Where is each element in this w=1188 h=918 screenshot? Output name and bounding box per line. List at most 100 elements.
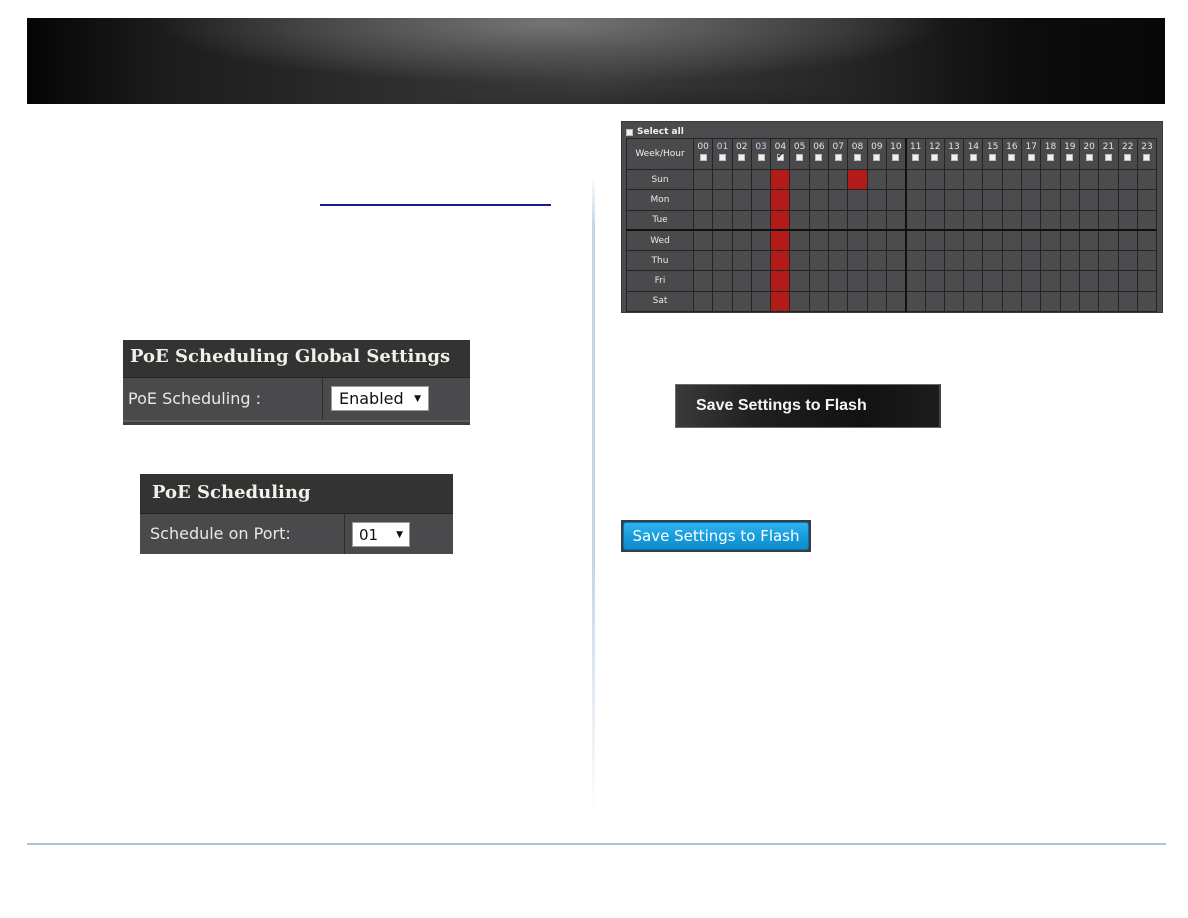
- schedule-cell-thu-20[interactable]: [1078, 250, 1100, 272]
- schedule-cell-wed-02[interactable]: [731, 229, 752, 252]
- hour-checkbox-10[interactable]: [892, 154, 900, 161]
- hour-checkbox-23[interactable]: [1143, 154, 1151, 161]
- schedule-cell-mon-22[interactable]: [1117, 189, 1138, 211]
- schedule-cell-thu-22[interactable]: [1117, 250, 1138, 272]
- schedule-cell-wed-13[interactable]: [943, 229, 965, 252]
- schedule-cell-sat-16[interactable]: [1001, 290, 1023, 313]
- schedule-cell-sat-11[interactable]: [904, 290, 926, 313]
- schedule-cell-wed-04[interactable]: [770, 229, 791, 252]
- schedule-cell-wed-11[interactable]: [904, 229, 926, 252]
- schedule-cell-fri-18[interactable]: [1040, 270, 1061, 292]
- schedule-cell-thu-14[interactable]: [963, 250, 984, 272]
- schedule-cell-mon-16[interactable]: [1001, 189, 1023, 211]
- schedule-cell-thu-18[interactable]: [1040, 250, 1061, 272]
- hour-checkbox-22[interactable]: [1124, 154, 1132, 161]
- schedule-cell-mon-08[interactable]: [847, 189, 868, 211]
- schedule-cell-fri-20[interactable]: [1078, 270, 1100, 292]
- schedule-cell-fri-11[interactable]: [904, 270, 926, 292]
- schedule-cell-wed-12[interactable]: [924, 229, 945, 252]
- hour-checkbox-05[interactable]: [796, 154, 804, 161]
- schedule-cell-fri-07[interactable]: [828, 270, 849, 292]
- hour-checkbox-20[interactable]: [1085, 154, 1093, 161]
- schedule-cell-tue-08[interactable]: [847, 209, 868, 231]
- schedule-cell-fri-10[interactable]: [885, 270, 907, 292]
- schedule-cell-thu-02[interactable]: [731, 250, 752, 272]
- schedule-cell-thu-08[interactable]: [847, 250, 868, 272]
- schedule-cell-sat-02[interactable]: [731, 290, 752, 313]
- hour-checkbox-01[interactable]: [718, 154, 726, 161]
- schedule-cell-wed-06[interactable]: [808, 229, 830, 252]
- schedule-cell-thu-04[interactable]: [770, 250, 791, 272]
- poe-scheduling-select[interactable]: Enabled ▼: [331, 386, 429, 411]
- schedule-cell-fri-05[interactable]: [789, 270, 810, 292]
- schedule-cell-wed-08[interactable]: [847, 229, 868, 252]
- schedule-cell-mon-11[interactable]: [904, 189, 926, 211]
- schedule-cell-mon-02[interactable]: [731, 189, 752, 211]
- hour-checkbox-08[interactable]: [854, 154, 862, 161]
- schedule-cell-thu-00[interactable]: [692, 250, 714, 272]
- schedule-cell-sat-05[interactable]: [789, 290, 810, 313]
- schedule-cell-sat-13[interactable]: [943, 290, 965, 313]
- hour-checkbox-13[interactable]: [950, 154, 958, 161]
- schedule-cell-wed-15[interactable]: [982, 229, 1003, 252]
- schedule-cell-mon-17[interactable]: [1021, 189, 1042, 211]
- schedule-cell-sat-20[interactable]: [1078, 290, 1100, 313]
- schedule-cell-thu-12[interactable]: [924, 250, 945, 272]
- schedule-cell-sat-15[interactable]: [982, 290, 1003, 313]
- schedule-cell-mon-21[interactable]: [1098, 189, 1119, 211]
- schedule-cell-tue-10[interactable]: [885, 209, 907, 231]
- schedule-cell-mon-09[interactable]: [866, 189, 887, 211]
- schedule-cell-tue-19[interactable]: [1059, 209, 1080, 231]
- port-select[interactable]: 01 ▼: [352, 522, 410, 547]
- schedule-cell-mon-00[interactable]: [692, 189, 714, 211]
- schedule-cell-tue-03[interactable]: [750, 209, 772, 231]
- schedule-cell-wed-19[interactable]: [1059, 229, 1080, 252]
- schedule-cell-sun-00[interactable]: [692, 168, 714, 191]
- schedule-cell-sun-12[interactable]: [924, 168, 945, 191]
- schedule-cell-fri-15[interactable]: [982, 270, 1003, 292]
- schedule-cell-thu-07[interactable]: [828, 250, 849, 272]
- hour-checkbox-04[interactable]: [776, 151, 784, 161]
- schedule-cell-sun-05[interactable]: [789, 168, 810, 191]
- schedule-cell-thu-09[interactable]: [866, 250, 887, 272]
- hyperlink-underline[interactable]: [320, 204, 551, 206]
- schedule-cell-fri-22[interactable]: [1117, 270, 1138, 292]
- hour-checkbox-19[interactable]: [1066, 154, 1074, 161]
- schedule-cell-mon-12[interactable]: [924, 189, 945, 211]
- schedule-cell-fri-00[interactable]: [692, 270, 714, 292]
- schedule-cell-fri-12[interactable]: [924, 270, 945, 292]
- schedule-cell-wed-09[interactable]: [866, 229, 887, 252]
- schedule-cell-sun-03[interactable]: [750, 168, 772, 191]
- schedule-cell-mon-13[interactable]: [943, 189, 965, 211]
- schedule-cell-fri-02[interactable]: [731, 270, 752, 292]
- schedule-cell-sun-18[interactable]: [1040, 168, 1061, 191]
- schedule-cell-mon-15[interactable]: [982, 189, 1003, 211]
- hour-checkbox-12[interactable]: [931, 154, 939, 161]
- schedule-cell-sat-06[interactable]: [808, 290, 830, 313]
- schedule-cell-wed-16[interactable]: [1001, 229, 1023, 252]
- schedule-cell-wed-10[interactable]: [885, 229, 907, 252]
- schedule-cell-tue-20[interactable]: [1078, 209, 1100, 231]
- schedule-cell-sun-07[interactable]: [828, 168, 849, 191]
- schedule-cell-sat-17[interactable]: [1021, 290, 1042, 313]
- schedule-cell-tue-11[interactable]: [904, 209, 926, 231]
- schedule-cell-thu-05[interactable]: [789, 250, 810, 272]
- schedule-cell-sat-22[interactable]: [1117, 290, 1138, 313]
- schedule-cell-wed-03[interactable]: [750, 229, 772, 252]
- schedule-cell-tue-00[interactable]: [692, 209, 714, 231]
- schedule-cell-sun-11[interactable]: [904, 168, 926, 191]
- schedule-cell-fri-06[interactable]: [808, 270, 830, 292]
- schedule-cell-tue-01[interactable]: [712, 209, 733, 231]
- schedule-cell-wed-01[interactable]: [712, 229, 733, 252]
- schedule-cell-tue-15[interactable]: [982, 209, 1003, 231]
- schedule-cell-sat-21[interactable]: [1098, 290, 1119, 313]
- schedule-cell-sun-01[interactable]: [712, 168, 733, 191]
- save-settings-to-flash-button[interactable]: Save Settings to Flash: [675, 384, 941, 428]
- schedule-cell-mon-19[interactable]: [1059, 189, 1080, 211]
- schedule-cell-tue-06[interactable]: [808, 209, 830, 231]
- schedule-cell-sat-09[interactable]: [866, 290, 887, 313]
- schedule-cell-mon-03[interactable]: [750, 189, 772, 211]
- schedule-cell-fri-08[interactable]: [847, 270, 868, 292]
- schedule-cell-mon-05[interactable]: [789, 189, 810, 211]
- schedule-cell-wed-22[interactable]: [1117, 229, 1138, 252]
